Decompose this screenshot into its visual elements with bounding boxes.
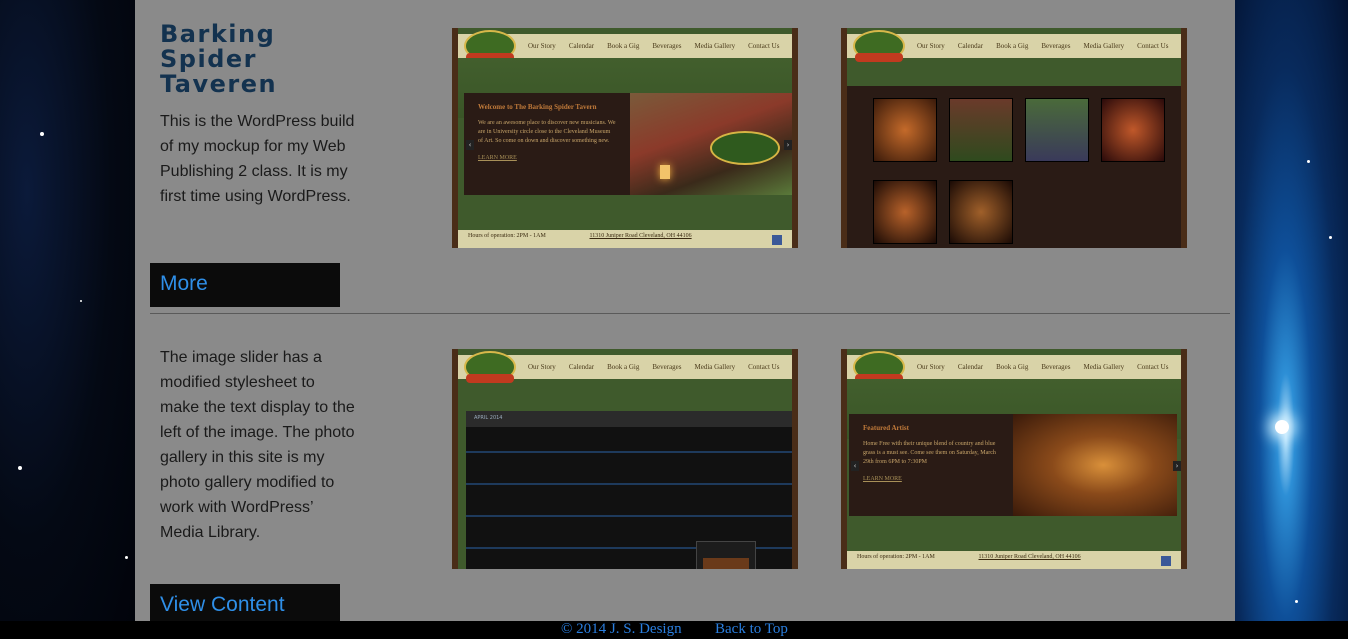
event-photo [703, 558, 749, 569]
slider-body: We are an awesome place to discover new … [478, 120, 616, 144]
tavern-sign-icon [710, 131, 780, 165]
mock-nav-item: Calendar [568, 363, 595, 371]
mock-nav-item: Our Story [917, 363, 945, 371]
star [1275, 420, 1289, 434]
gallery-thumb[interactable] [949, 98, 1013, 162]
gallery-thumb[interactable] [873, 180, 937, 244]
slider-prev-arrow-icon[interactable]: ‹ [851, 461, 859, 471]
mock-nav-item: Media Gallery [1083, 363, 1125, 371]
mock-nav-item: Book a Gig [996, 363, 1029, 371]
project-title: Barking Spider Taveren [160, 20, 278, 98]
star [1295, 600, 1298, 603]
project-description: The image slider has a modified styleshe… [160, 349, 355, 541]
facebook-icon [1161, 556, 1171, 566]
star [80, 300, 82, 302]
mock-footer: Hours of operation: 2PM - 1AM 11310 Juni… [458, 230, 792, 248]
screenshot-gallery[interactable]: Our Story Calendar Book a Gig Beverages … [841, 28, 1187, 248]
gallery-thumb[interactable] [949, 180, 1013, 244]
facebook-icon [772, 235, 782, 245]
calendar-month: APRIL 2014 [466, 411, 792, 427]
tavern-photo [630, 93, 792, 195]
star [18, 466, 22, 470]
slider-next-arrow-icon[interactable]: › [1173, 461, 1181, 471]
star [40, 132, 44, 136]
screenshot-featured[interactable]: Our Story Calendar Book a Gig Beverages … [841, 349, 1187, 569]
mock-nav-item: Contact Us [748, 363, 780, 371]
mock-footer-hours: Hours of operation: 2PM - 1AM [468, 233, 546, 239]
slider-caption: Featured Artist Home Free with their uni… [849, 414, 1013, 516]
star [125, 556, 128, 559]
mock-nav-item: Book a Gig [607, 42, 640, 50]
content-panel: Barking Spider Taveren This is the WordP… [135, 0, 1235, 628]
copyright-link[interactable]: © 2014 J. S. Design [561, 621, 682, 638]
mock-nav-item: Contact Us [1137, 363, 1169, 371]
mock-nav-item: Beverages [1041, 42, 1071, 50]
mock-nav-item: Beverages [652, 363, 682, 371]
lamp-icon [660, 165, 670, 179]
mock-nav-item: Media Gallery [694, 363, 736, 371]
mock-nav-item: Beverages [652, 42, 682, 50]
mock-nav-item: Calendar [957, 363, 984, 371]
space-background-left [0, 0, 135, 639]
star [1307, 160, 1310, 163]
mock-nav-item: Book a Gig [607, 363, 640, 371]
event-popup[interactable] [696, 541, 756, 569]
mock-nav-item: Book a Gig [996, 42, 1029, 50]
section-divider [150, 313, 1230, 314]
back-to-top-link[interactable]: Back to Top [715, 621, 788, 638]
slider-heading: Featured Artist [863, 424, 909, 432]
mock-nav-item: Our Story [528, 42, 556, 50]
mock-footer-address: 11310 Juniper Road Cleveland, OH 44106 [589, 233, 692, 239]
artist-photo [1013, 414, 1177, 516]
mock-nav-item: Contact Us [1137, 42, 1169, 50]
gallery-thumb[interactable] [1025, 98, 1089, 162]
more-button[interactable]: More [150, 263, 340, 307]
slider-link: LEARN MORE [863, 476, 902, 482]
slider-link: LEARN MORE [478, 155, 517, 161]
tavern-logo-banner [466, 374, 514, 383]
mock-footer-address: 11310 Juniper Road Cleveland, OH 44106 [978, 554, 1081, 560]
mock-footer: Hours of operation: 2PM - 1AM 11310 Juni… [847, 551, 1181, 569]
tavern-logo-banner [855, 53, 903, 62]
star [1329, 236, 1332, 239]
mock-nav-item: Media Gallery [1083, 42, 1125, 50]
slider-body: Home Free with their unique blend of cou… [863, 441, 996, 465]
space-background-right [1235, 0, 1348, 639]
calendar-week [466, 483, 792, 513]
project-description: This is the WordPress build of my mockup… [160, 113, 355, 205]
slider-caption: Welcome to The Barking Spider Tavern We … [464, 93, 630, 195]
mock-nav-item: Our Story [917, 42, 945, 50]
screenshot-home[interactable]: Our Story Calendar Book a Gig Beverages … [452, 28, 798, 248]
mock-nav-item: Our Story [528, 363, 556, 371]
calendar-widget: APRIL 2014 [466, 411, 792, 569]
slider-heading: Welcome to The Barking Spider Tavern [478, 103, 597, 111]
mock-nav-item: Contact Us [748, 42, 780, 50]
slider-next-arrow-icon[interactable]: › [784, 140, 792, 150]
calendar-week [466, 451, 792, 481]
footer-bar: © 2014 J. S. Design Back to Top [0, 621, 1348, 639]
mock-footer-hours: Hours of operation: 2PM - 1AM [857, 554, 935, 560]
mock-nav-item: Calendar [568, 42, 595, 50]
screenshot-calendar[interactable]: Our Story Calendar Book a Gig Beverages … [452, 349, 798, 569]
gallery-thumb[interactable] [873, 98, 937, 162]
mock-nav-item: Media Gallery [694, 42, 736, 50]
gallery-thumb[interactable] [1101, 98, 1165, 162]
slider-prev-arrow-icon[interactable]: ‹ [466, 140, 474, 150]
mock-nav-item: Beverages [1041, 363, 1071, 371]
mock-nav-item: Calendar [957, 42, 984, 50]
